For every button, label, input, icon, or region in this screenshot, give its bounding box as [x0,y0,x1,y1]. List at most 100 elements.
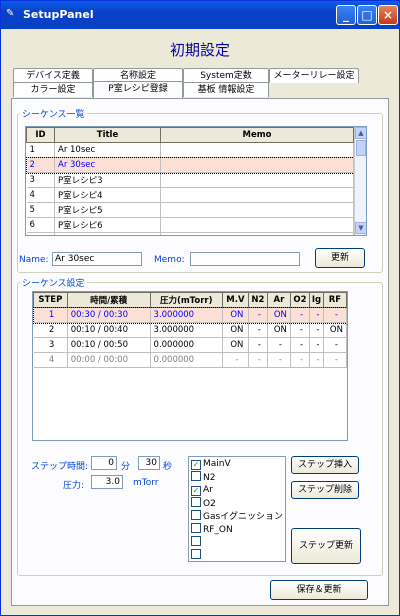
sequence-row[interactable]: 5 P室レシピ5 [26,202,354,218]
tab-device[interactable]: デバイス定義 [13,68,93,83]
step-update-button[interactable]: ステップ更新 [291,528,361,564]
step-col-8: RF [322,292,347,308]
valve-check-item[interactable]: ✓ Ar [191,484,283,497]
sequence-row[interactable]: 2 Ar 30sec [26,156,355,174]
memo-label: Memo: [154,255,185,265]
step-cell-n2: - [248,337,268,353]
sequence-cell-id: 6 [26,217,55,233]
step-row[interactable]: 1 00:30 / 00:30 3.000000 ON - ON - - - [33,306,347,324]
sequence-row[interactable]: 7P室レシピ7 [26,232,354,235]
checkbox-icon[interactable] [191,497,201,507]
step-cell-mv: ON [222,322,249,338]
sequence-cell-id: 1 [26,142,55,158]
valve-checklist[interactable]: ✓ MainV N2 ✓ Ar O2 Gasイグニッション RF_ON [188,456,286,562]
tab-recipe[interactable]: P室レシピ登録 [93,81,183,98]
checkbox-icon[interactable] [191,510,201,520]
valve-check-item[interactable]: N2 [191,471,283,484]
checkbox-checked-icon[interactable]: ✓ [191,460,201,470]
sequence-cell-id: 7 [26,232,55,235]
step-cell-n2: - [248,307,268,323]
seconds-unit: 秒 [163,462,173,472]
valve-check-item[interactable] [191,549,283,562]
step-cell-ar: ON [267,307,291,323]
step-cell-time: 00:10 / 00:40 [67,322,151,338]
step-cell-rf: ON [323,322,347,338]
checkbox-icon[interactable] [191,536,201,546]
valve-check-item[interactable]: ✓ MainV [191,458,283,471]
valve-check-item[interactable]: O2 [191,497,283,510]
valve-check-item[interactable]: RF_ON [191,523,283,536]
step-insert-button[interactable]: ステップ挿入 [291,456,359,474]
sequence-cell-memo [160,172,354,188]
close-button[interactable]: × [378,5,398,25]
sequence-row[interactable]: 6 P室レシピ6 [26,217,354,233]
step-cell-ig: - [309,322,324,338]
tab-system-const[interactable]: System定数 [183,68,269,83]
sequence-row[interactable]: 4 P室レシピ4 [26,187,354,203]
step-cell-o2: - [290,322,311,338]
step-time-label: ステップ時間: [31,462,89,472]
valve-check-label: RF_ON [203,525,233,535]
tab-substrate[interactable]: 基板 情報設定 [183,82,269,97]
page-title: 初期設定 [169,41,230,59]
step-cell-time: 00:00 / 00:00 [67,352,151,368]
step-delete-button[interactable]: ステップ削除 [291,481,359,499]
step-grid[interactable]: STEP 時間/累積 圧力(mTorr) M.V N2 Ar O2 Ig RF 1 00:30 /… [32,291,348,441]
scroll-down-icon[interactable]: ▼ [355,222,366,234]
step-col-1: 時間/累積 [66,292,151,308]
step-cell-step: 4 [33,352,68,368]
sequence-row[interactable]: 1 Ar 10sec [26,142,354,158]
name-input[interactable]: Ar 30sec [52,252,142,266]
checkbox-icon[interactable] [191,471,201,481]
sequence-cell-title: Ar 30sec [54,157,161,173]
step-row[interactable]: 2 00:10 / 00:40 3.000000 ON - ON - - ON [33,322,347,338]
tab-meter-relay[interactable]: メーターリレー設定 [269,68,359,83]
seconds-input[interactable]: 30 [138,456,160,470]
maximize-button[interactable]: □ [357,5,377,25]
step-cell-ar: ON [267,322,291,338]
save-update-button[interactable]: 保存＆更新 [270,580,368,600]
sequence-cell-title: P室レシピ4 [54,187,161,203]
pressure-label: 圧力: [63,481,85,491]
sequence-setting-title: シーケンス設定 [20,276,87,289]
checkbox-icon[interactable] [191,549,201,559]
pressure-unit: mTorr [133,478,159,488]
step-cell-pressure: 0.000000 [150,352,223,368]
sequence-list-title: シーケンス一覧 [20,107,87,120]
step-col-5: Ar [266,292,291,308]
update-button[interactable]: 更新 [315,248,365,268]
step-cell-step: 3 [33,337,68,353]
step-col-3: M.V [221,292,249,308]
pressure-input[interactable]: 3.0 [91,475,123,489]
minimize-button[interactable]: _ [336,5,356,25]
step-row[interactable]: 3 00:10 / 00:50 0.000000 ON - - - - - [33,337,347,353]
step-cell-step: 1 [33,307,68,323]
valve-check-item[interactable]: Gasイグニッション [191,510,283,523]
sequence-cell-id: 2 [26,157,55,173]
step-row[interactable]: 4 00:00 / 00:00 0.000000- - - - - - [33,352,347,368]
step-cell-ig: - [309,352,324,368]
sequence-row[interactable]: 3 P室レシピ3 [26,172,354,188]
sequence-list-grid[interactable]: ID Title Memo 1 Ar 10sec 2 Ar 30sec 3 P室レシピ3 4… [25,126,367,236]
step-cell-mv: ON [222,337,249,353]
valve-check-item[interactable] [191,536,283,549]
minutes-input[interactable]: 0 [91,456,117,470]
sequence-cell-memo [160,217,354,233]
sequence-cell-title: P室レシピ6 [54,217,161,233]
step-cell-rf: - [323,337,347,353]
title-bar[interactable]: ✎ SetupPanel _ □ × [1,1,399,29]
step-col-0: STEP [33,292,68,308]
sequence-list-scrollbar[interactable]: ▲ ▼ [354,127,366,235]
checkbox-checked-icon[interactable]: ✓ [191,486,201,496]
scroll-thumb[interactable] [356,140,366,156]
col-id: ID [26,127,55,143]
sequence-cell-title: P室レシピ3 [54,172,161,188]
checkbox-icon[interactable] [191,523,201,533]
tab-color[interactable]: カラー設定 [13,82,93,97]
sequence-cell-title: P室レシピ5 [54,202,161,218]
name-label: Name: [19,255,49,265]
step-cell-step: 2 [33,322,68,338]
scroll-up-icon[interactable]: ▲ [355,127,366,139]
sequence-cell-id: 4 [26,187,55,203]
memo-input[interactable] [190,252,300,266]
